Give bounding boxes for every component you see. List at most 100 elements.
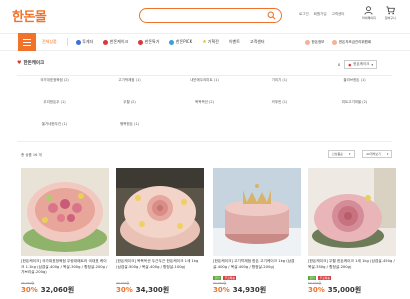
product-image[interactable] <box>116 168 204 256</box>
total-count: 총 상품 16 개 <box>21 153 42 157</box>
product-price-row: 30% 32,060원 <box>21 285 109 295</box>
hanjeon-info-icon <box>305 39 310 45</box>
category-count: 8 <box>338 62 341 67</box>
nav-item-2[interactable]: 한돈케이크 <box>103 39 128 45</box>
category-select-dot-icon: ● <box>348 62 352 67</box>
site-logo[interactable]: 한돈몰 <box>12 6 47 25</box>
product-tags: 할인 무료배송 <box>213 276 301 280</box>
product-title[interactable]: [한돈케이크] 우월 한돈케이크 1세 1kg (삼겹살-450g / 목살-3… <box>308 259 396 276</box>
product-tags <box>21 276 109 280</box>
subcategory-item[interactable]: 기리기 (1) <box>242 78 317 83</box>
menu-button[interactable] <box>18 33 36 51</box>
search-icon[interactable] <box>267 11 276 21</box>
subcategory-item[interactable]: 목욕옥션 (2) <box>167 100 242 105</box>
nav-dot-icon <box>75 39 81 45</box>
product-discount: 30% <box>308 286 325 294</box>
nav-hanjeon-info[interactable]: 한돈정보 <box>305 39 325 45</box>
user-icon <box>364 6 373 15</box>
product-price-row: 30% 34,930원 <box>213 285 301 295</box>
product-title[interactable]: [한돈케이크] 고기박제점 한돈 고기케이크 1kg (삼겹살-400g / 목… <box>213 259 301 276</box>
heart-icon: ♥ <box>17 60 22 66</box>
subcategory-row: 우리한돈우 (1) 우월 (2) 목욕옥션 (2) 카푸린 (1) 미트고기마을 (2) <box>17 100 392 114</box>
category-title: ♥ 한돈케이크 <box>17 60 44 66</box>
nav-item-label: 한돈특가 <box>144 39 160 44</box>
nav-hanjeon-info-label: 한돈정보 <box>311 39 325 44</box>
subcategory-item[interactable]: 내안에두리미트 (1) <box>167 78 242 83</box>
nav-items: 전체상품 투게더 한돈케이크 한돈특가 한돈PICK ★ 기획전 이벤트 고객센터 <box>42 33 275 51</box>
nav-item-6[interactable]: 이벤트 <box>229 39 240 45</box>
category-select[interactable]: ● 한돈케이크 ▾ <box>344 60 378 69</box>
subcategory-item[interactable]: 행복한돈 (1) <box>92 122 167 127</box>
product-discount: 30% <box>116 286 133 294</box>
subcategory-item[interactable]: 우리한돈우 (1) <box>17 100 92 105</box>
subcategory-item[interactable]: 고기박제점 (1) <box>92 78 167 83</box>
product-card[interactable]: [한돈케이크] 국가대표정육점 우랑대패트러 국대표 케이크 1.1kg (삼겹… <box>21 168 109 295</box>
product-card[interactable]: [한돈케이크] 우월 한돈케이크 1세 1kg (삼겹살-450g / 목살-3… <box>308 168 396 295</box>
nav-item-label: 한돈PICK <box>175 39 193 44</box>
nav-right: 한돈정보 한돈자조금관리위원회 <box>305 33 371 51</box>
category-controls: 8 ● 한돈케이크 ▾ <box>338 60 378 69</box>
subcategory-row: 국가대표정육점 (2) 고기박제점 (1) 내안에두리미트 (1) 기리기 (1) 올리… <box>17 78 392 92</box>
product-discount: 30% <box>213 286 230 294</box>
product-tags <box>116 276 204 280</box>
product-price-row: 30% 35,000원 <box>308 285 396 295</box>
sort-select[interactable]: 신상품순 ▾ <box>328 150 355 158</box>
product-image[interactable] <box>21 168 109 256</box>
product-discount: 30% <box>21 286 38 294</box>
product-price-row: 30% 34,300원 <box>116 285 204 295</box>
nav-item-7[interactable]: 고객센터 <box>250 39 265 45</box>
cart-label: 장바구니 <box>384 16 396 20</box>
signup-link[interactable]: 회원가입 <box>314 12 327 17</box>
product-price: 34,930원 <box>232 286 267 294</box>
product-tag: 무료배송 <box>223 276 237 280</box>
nav-dot-icon <box>103 39 109 45</box>
nav-item-label: 한돈케이크 <box>109 39 129 44</box>
chevron-down-icon: ▾ <box>349 152 351 156</box>
product-price: 35,000원 <box>327 286 362 294</box>
nav-hanjeon-committee[interactable]: 한돈자조금관리위원회 <box>332 39 372 45</box>
nav-dot-icon <box>169 39 175 45</box>
subcategory-item[interactable]: 올가네한우건 (1) <box>17 122 92 127</box>
subcategory-item[interactable]: 카푸린 (1) <box>242 100 317 105</box>
nav-item-label: 기획전 <box>207 39 219 44</box>
nav-item-5[interactable]: ★ 기획전 <box>202 39 219 45</box>
nav-item-3[interactable]: 한돈특가 <box>138 39 159 45</box>
subcategory-item[interactable]: 미트고기마을 (2) <box>317 100 392 105</box>
subcategory-row: 올가네한우건 (1) 행복한돈 (1) <box>17 122 392 136</box>
product-image[interactable] <box>308 168 396 256</box>
mypage-button[interactable]: 마이페이지 <box>362 6 376 20</box>
hanjeon-committee-icon <box>332 39 338 45</box>
product-tags: 할인 무료배송 <box>308 276 396 280</box>
nav-hanjeon-committee-label: 한돈자조금관리위원회 <box>338 39 372 44</box>
support-link[interactable]: 고객센터 <box>332 12 345 17</box>
product-price: 34,300원 <box>135 286 170 294</box>
chevron-down-icon: ▾ <box>386 152 389 156</box>
product-price: 32,060원 <box>40 286 75 294</box>
subcategory-item[interactable]: 우월 (2) <box>92 100 167 105</box>
login-link[interactable]: 로그인 <box>299 12 309 17</box>
mypage-label: 마이페이지 <box>362 16 376 20</box>
cart-button[interactable]: 장바구니 <box>385 6 396 20</box>
perpage-select[interactable]: 40개씩보기 ▾ <box>362 150 393 158</box>
header-utils: 마이페이지 장바구니 <box>362 6 396 20</box>
nav-item-4[interactable]: 한돈PICK <box>169 39 192 45</box>
grid-divider <box>17 141 392 142</box>
nav-item-1[interactable]: 투게더 <box>75 39 93 45</box>
subcategory-item[interactable]: 올리브한돈 (1) <box>317 78 392 83</box>
product-card[interactable]: [한돈케이크] 목욕옥션 두근두근 한돈케이크 1세 1kg (삼겹살-500g… <box>116 168 204 295</box>
perpage-select-value: 40개씩보기 <box>366 152 381 156</box>
nav-item-0[interactable]: 전체상품 <box>42 39 57 45</box>
product-tag: 할인 <box>308 276 317 280</box>
nav-item-label: 전체상품 <box>42 39 57 44</box>
search-bar[interactable] <box>139 8 282 23</box>
chevron-down-icon: ▾ <box>371 62 374 67</box>
nav-item-label: 고객센터 <box>249 39 265 44</box>
sort-select-value: 신상품순 <box>332 152 344 156</box>
product-tag: 할인 <box>213 276 222 280</box>
product-image[interactable] <box>213 168 301 256</box>
product-title[interactable]: [한돈케이크] 국가대표정육점 우랑대패트러 국대표 케이크 1.1kg (삼겹… <box>21 259 109 276</box>
category-title-text: 한돈케이크 <box>23 61 45 66</box>
product-card[interactable]: [한돈케이크] 고기박제점 한돈 고기케이크 1kg (삼겹살-400g / 목… <box>213 168 301 295</box>
product-title[interactable]: [한돈케이크] 목욕옥션 두근두근 한돈케이크 1세 1kg (삼겹살-500g… <box>116 259 204 276</box>
subcategory-item[interactable]: 국가대표정육점 (2) <box>17 78 92 83</box>
